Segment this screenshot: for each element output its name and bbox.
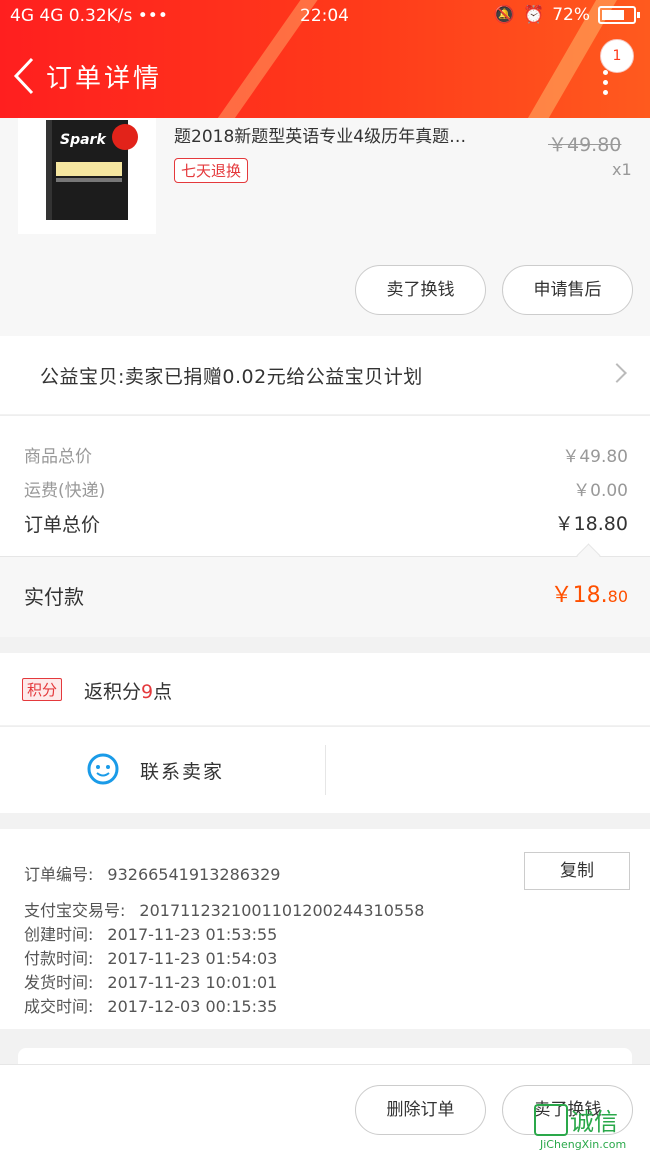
battery-level: 72%: [552, 5, 590, 25]
network-speed: 0.32K/s •••: [68, 6, 168, 26]
sell-button[interactable]: 卖了换钱: [355, 265, 486, 315]
points-row: 积分 返积分9点: [0, 653, 650, 725]
original-price: ￥49.80: [548, 134, 622, 156]
price-summary: 商品总价 ￥49.80 运费(快递) ￥0.00 订单总价 ￥18.80: [0, 415, 650, 556]
quantity: x1: [612, 160, 632, 179]
network-indicator: 4G 4G: [10, 6, 64, 26]
created-time: 2017-11-23 01:53:55: [107, 925, 278, 944]
goods-total-label: 商品总价: [24, 447, 92, 467]
done-label: 成交时间:: [24, 997, 94, 1016]
actual-payment: 实付款 ￥18.80: [0, 543, 650, 637]
copy-button[interactable]: 复制: [524, 852, 630, 890]
cover-brand: Spark: [60, 132, 106, 148]
charity-row[interactable]: 公益宝贝:卖家已捐赠0.02元给公益宝贝计划: [0, 336, 650, 414]
points-suffix: 点: [153, 681, 173, 703]
clock: 22:04: [300, 6, 349, 26]
order-total-label: 订单总价: [24, 514, 101, 536]
notification-badge[interactable]: 1: [600, 39, 634, 73]
delete-order-button[interactable]: 删除订单: [355, 1085, 486, 1135]
created-row: 创建时间: 2017-11-23 01:53:55: [24, 921, 277, 945]
chevron-right-icon: [607, 363, 627, 383]
contact-seller-button[interactable]: 联系卖家: [140, 757, 224, 784]
alipay-row: 支付宝交易号: 2017112321001101200244310558: [24, 897, 424, 921]
watermark-cn: 诚信: [570, 1108, 618, 1136]
paid-row: 付款时间: 2017-11-23 01:54:03: [24, 945, 277, 969]
watermark-en: JiChengXin.com: [540, 1138, 627, 1151]
after-sale-button[interactable]: 申请售后: [502, 265, 633, 315]
payment-decimals: 80: [607, 587, 628, 606]
product-title[interactable]: 题2018新题型英语专业4级历年真题…: [174, 122, 534, 147]
points-tag: 积分: [22, 678, 63, 701]
points-text: 返积分9点: [84, 677, 172, 704]
points-value: 9: [141, 681, 154, 703]
page-title: 订单详情: [46, 64, 163, 94]
watermark-box-icon: [534, 1104, 568, 1136]
contact-row: 联系卖家: [0, 726, 650, 813]
order-number-label: 订单编号:: [24, 865, 94, 884]
status-right: 🔕 ⏰ 72%: [493, 5, 640, 25]
chat-smiley-icon[interactable]: [86, 751, 120, 785]
order-total-value: ￥18.80: [554, 513, 628, 535]
actual-payment-label: 实付款: [24, 585, 84, 609]
shipped-time: 2017-11-23 10:01:01: [107, 973, 278, 992]
return-policy-tag: 七天退换: [174, 158, 249, 183]
paid-time: 2017-11-23 01:54:03: [107, 949, 278, 968]
watermark-logo: 诚信 JiChengXin.com: [530, 1100, 650, 1155]
battery-icon: [598, 6, 640, 24]
shipping-label: 运费(快递): [24, 481, 106, 501]
shipped-label: 发货时间:: [24, 973, 94, 992]
order-number: 93266541913286329: [107, 865, 281, 884]
order-number-row: 订单编号: 93266541913286329: [24, 861, 280, 885]
more-menu-icon[interactable]: [603, 70, 609, 95]
shipped-row: 发货时间: 2017-11-23 10:01:01: [24, 969, 277, 993]
status-left: 4G 4G 0.32K/s •••: [10, 6, 168, 26]
alipay-number: 2017112321001101200244310558: [139, 901, 425, 920]
cover-stripe: [56, 178, 122, 182]
shipping-value: ￥0.00: [573, 481, 628, 501]
payment-int: ￥18.: [550, 583, 608, 608]
actual-payment-value: ￥18.80: [551, 577, 628, 609]
charity-text: 公益宝贝:卖家已捐赠0.02元给公益宝贝计划: [40, 366, 423, 388]
done-row: 成交时间: 2017-12-03 00:15:35: [24, 993, 277, 1017]
done-time: 2017-12-03 00:15:35: [107, 997, 278, 1016]
divider: [325, 745, 326, 795]
order-info: 订单编号: 93266541913286329 复制 支付宝交易号: 2017112…: [0, 829, 650, 1029]
paid-label: 付款时间:: [24, 949, 94, 968]
product-thumbnail[interactable]: Spark: [18, 118, 156, 234]
points-prefix: 返积分: [84, 681, 142, 703]
alipay-label: 支付宝交易号:: [24, 901, 126, 920]
status-bar: 4G 4G 0.32K/s ••• 22:04 🔕 ⏰ 72%: [0, 0, 650, 32]
goods-total-value: ￥49.80: [562, 447, 628, 467]
book-cover: Spark: [46, 120, 138, 220]
cover-band: [56, 162, 122, 176]
mute-icon: 🔕: [493, 5, 516, 25]
alarm-icon: ⏰: [523, 5, 545, 25]
back-arrow-icon[interactable]: [12, 56, 36, 96]
created-label: 创建时间:: [24, 925, 94, 944]
official-seal-icon: [112, 124, 138, 150]
